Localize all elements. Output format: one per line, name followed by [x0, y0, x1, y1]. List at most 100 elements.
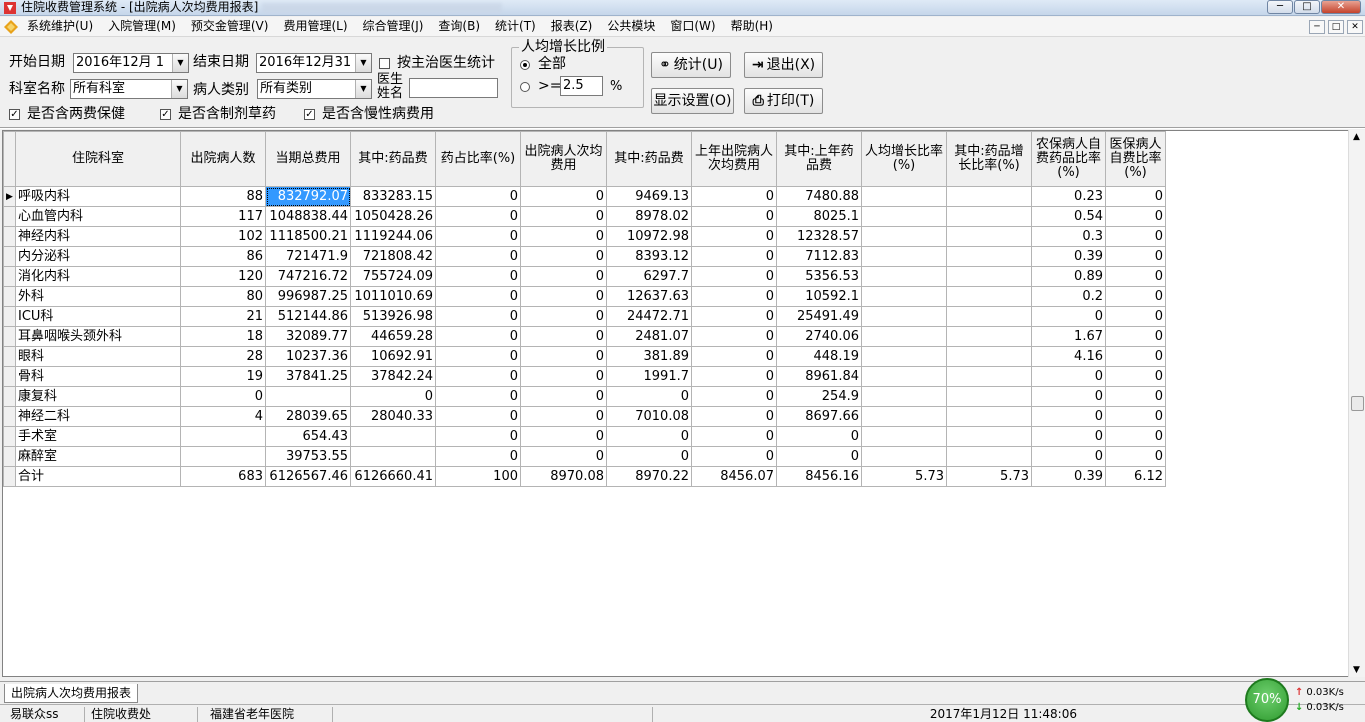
menu-item[interactable]: 系统维护(U) [27, 18, 93, 35]
radio-dot[interactable] [520, 59, 530, 70]
table-cell[interactable]: 19 [180, 366, 266, 387]
table-row[interactable]: 心血管内科 117 1048838.44 1050428.26 0 0 8978.02 0 80… [3, 206, 1171, 227]
table-cell[interactable]: 1011010.69 [350, 286, 436, 307]
dept-cell[interactable]: 神经内科 [15, 226, 181, 247]
table-cell[interactable]: 0 [520, 446, 607, 467]
table-cell[interactable]: 5.73 [946, 466, 1032, 487]
table-cell[interactable]: 0 [435, 286, 521, 307]
table-cell[interactable]: 0 [435, 326, 521, 347]
table-cell[interactable]: 10237.36 [265, 346, 351, 367]
table-cell[interactable]: 102 [180, 226, 266, 247]
table-cell[interactable]: 32089.77 [265, 326, 351, 347]
network-monitor[interactable]: 70% ↑ 0.03K/s ↓ 0.03K/s [1243, 676, 1365, 722]
table-cell[interactable]: 4.16 [1031, 346, 1106, 367]
table-cell[interactable]: 5356.53 [776, 266, 862, 287]
table-cell[interactable] [350, 426, 436, 447]
table-cell[interactable]: 28040.33 [350, 406, 436, 427]
table-cell[interactable]: 0 [606, 426, 692, 447]
table-cell[interactable]: 0 [691, 306, 777, 327]
table-cell[interactable] [946, 186, 1032, 207]
table-cell[interactable]: 6297.7 [606, 266, 692, 287]
table-cell[interactable]: 0 [520, 366, 607, 387]
column-header[interactable]: 其中:上年药品费 [776, 131, 862, 187]
table-cell[interactable] [861, 366, 947, 387]
vertical-scrollbar[interactable]: ▲ ▼ [1348, 130, 1365, 677]
table-cell[interactable]: 0 [1105, 206, 1166, 227]
table-row[interactable]: 眼科 28 10237.36 10692.91 0 0 381.89 0 448.19 4.16 0 [3, 346, 1171, 367]
table-cell[interactable]: 0 [520, 306, 607, 327]
table-cell[interactable]: 120 [180, 266, 266, 287]
column-header[interactable]: 出院病人数 [180, 131, 266, 187]
dept-cell[interactable]: 耳鼻咽喉头颈外科 [15, 326, 181, 347]
table-cell[interactable]: 0.23 [1031, 186, 1106, 207]
menu-item[interactable]: 费用管理(L) [283, 18, 347, 35]
table-cell[interactable]: 721471.9 [265, 246, 351, 267]
table-cell[interactable]: 0 [435, 186, 521, 207]
table-cell[interactable]: 0 [1105, 286, 1166, 307]
table-cell[interactable]: 7112.83 [776, 246, 862, 267]
row-indicator[interactable] [3, 306, 16, 327]
table-cell[interactable]: 10692.91 [350, 346, 436, 367]
table-cell[interactable]: 0 [435, 266, 521, 287]
table-cell[interactable]: 0 [1031, 446, 1106, 467]
chevron-down-icon[interactable]: ▼ [355, 54, 371, 72]
row-indicator[interactable] [3, 286, 16, 307]
table-cell[interactable]: 0 [691, 346, 777, 367]
table-cell[interactable] [946, 386, 1032, 407]
table-cell[interactable]: 1119244.06 [350, 226, 436, 247]
table-cell[interactable]: 0 [606, 386, 692, 407]
menu-item[interactable]: 窗口(W) [670, 18, 715, 35]
table-cell[interactable]: 0 [435, 366, 521, 387]
table-cell[interactable]: 4 [180, 406, 266, 427]
table-cell[interactable]: 8025.1 [776, 206, 862, 227]
table-cell[interactable]: 0 [435, 226, 521, 247]
dept-cell[interactable]: 手术室 [15, 426, 181, 447]
table-cell[interactable]: 0 [1105, 406, 1166, 427]
table-cell[interactable]: 8970.22 [606, 466, 692, 487]
table-cell[interactable] [861, 326, 947, 347]
row-indicator[interactable] [3, 326, 16, 347]
row-indicator[interactable] [3, 446, 16, 467]
end-date-picker[interactable]: 2016年12月31 ▼ [256, 53, 372, 73]
mdi-restore-button[interactable]: □ [1328, 20, 1344, 34]
table-row[interactable]: 骨科 19 37841.25 37842.24 0 0 1991.7 0 8961.84 0 0 [3, 366, 1171, 387]
display-settings-button[interactable]: 显示设置(O) [651, 88, 734, 114]
stat-button[interactable]: ⚭ 统计(U) [651, 52, 731, 78]
table-cell[interactable]: 0 [520, 266, 607, 287]
table-cell[interactable]: 1118500.21 [265, 226, 351, 247]
table-cell[interactable]: 654.43 [265, 426, 351, 447]
table-cell[interactable]: 832792.07 [265, 186, 351, 207]
table-cell[interactable]: 39753.55 [265, 446, 351, 467]
table-cell[interactable] [861, 206, 947, 227]
column-header[interactable]: 其中:药品费 [606, 131, 692, 187]
patient-type-select[interactable]: 所有类别 ▼ [257, 79, 372, 99]
radio-dot[interactable] [520, 81, 530, 92]
table-cell[interactable]: 5.73 [861, 466, 947, 487]
table-cell[interactable]: 0 [1105, 446, 1166, 467]
table-cell[interactable]: 0 [1105, 306, 1166, 327]
table-cell[interactable]: 25491.49 [776, 306, 862, 327]
table-cell[interactable] [946, 246, 1032, 267]
row-indicator[interactable] [3, 206, 16, 227]
table-cell[interactable] [861, 286, 947, 307]
table-cell[interactable] [180, 426, 266, 447]
dept-cell[interactable]: 呼吸内科 [15, 186, 181, 207]
table-cell[interactable]: 0 [1105, 266, 1166, 287]
dept-cell[interactable]: 骨科 [15, 366, 181, 387]
table-cell[interactable]: 0 [520, 406, 607, 427]
growth-ge-radio[interactable]: >= [520, 78, 561, 95]
row-indicator[interactable] [3, 346, 16, 367]
row-indicator[interactable] [3, 226, 16, 247]
table-cell[interactable]: 0 [691, 186, 777, 207]
maximize-button[interactable]: □ [1294, 0, 1320, 14]
table-row[interactable]: ICU科 21 512144.86 513926.98 0 0 24472.71 0 25491… [3, 306, 1171, 327]
table-cell[interactable]: 0 [691, 426, 777, 447]
table-cell[interactable]: 0 [1105, 426, 1166, 447]
dept-cell[interactable]: ICU科 [15, 306, 181, 327]
table-cell[interactable]: 0 [691, 266, 777, 287]
table-cell[interactable]: 117 [180, 206, 266, 227]
table-row[interactable]: 神经内科 102 1118500.21 1119244.06 0 0 10972.98 0 12… [3, 226, 1171, 247]
scroll-up-icon[interactable]: ▲ [1353, 132, 1360, 142]
table-cell[interactable] [946, 426, 1032, 447]
incl-chronic-checkbox[interactable]: ✓ 是否含慢性病费用 [304, 106, 434, 123]
